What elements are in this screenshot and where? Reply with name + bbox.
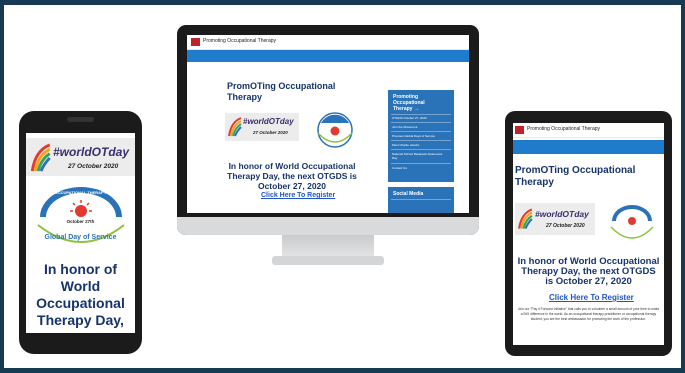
site-nav-band bbox=[513, 140, 664, 154]
monitor-stand-neck bbox=[282, 235, 374, 257]
global-day-of-service-logo bbox=[317, 112, 353, 148]
sidebar-item-charlie[interactable]: Meet Charlie Jacobs bbox=[392, 143, 419, 147]
hashtag-text: #worldOTday bbox=[243, 117, 294, 126]
site-nav-band bbox=[187, 50, 469, 62]
sidebar-divider bbox=[391, 163, 451, 164]
monitor-chin bbox=[177, 217, 479, 235]
monitor-stand-base bbox=[272, 256, 384, 265]
rainbow-icon bbox=[228, 117, 242, 137]
logo-top-text: OCCUPATIONAL THERAPY bbox=[54, 190, 107, 195]
sidebar-item-contact[interactable]: Contact Us bbox=[392, 166, 407, 170]
page-title: PromOTing Occupational Therapy bbox=[227, 81, 336, 102]
desktop-screen: Promoting Occupational Therapy PromOTing… bbox=[187, 35, 469, 213]
site-logo-icon[interactable] bbox=[515, 126, 524, 134]
phone-screen: #worldOTday 27 October 2020 OCCUPATIONAL… bbox=[26, 133, 135, 333]
sidebar-item-otgds[interactable]: OTGDS October 27, 2020 bbox=[392, 116, 427, 120]
mockup-canvas: Promoting Occupational Therapy PromOTing… bbox=[4, 5, 681, 368]
desktop-monitor: Promoting Occupational Therapy PromOTing… bbox=[177, 25, 479, 235]
sidebar-divider bbox=[391, 122, 451, 123]
tablet-body-text: Join our "Pay it Forward Initiative" tha… bbox=[517, 307, 660, 321]
sidebar-divider bbox=[391, 140, 451, 141]
banner-date: 27 October 2020 bbox=[253, 130, 288, 135]
rainbow-icon bbox=[518, 208, 533, 229]
honor-heading: In honor of World Occupational Therapy D… bbox=[517, 256, 660, 287]
site-logo-icon[interactable] bbox=[191, 38, 200, 46]
social-divider bbox=[391, 199, 451, 200]
world-ot-day-banner: #worldOTday 27 October 2020 bbox=[26, 138, 135, 176]
rainbow-icon bbox=[30, 143, 51, 172]
site-title[interactable]: Promoting Occupational Therapy bbox=[527, 126, 600, 132]
sidebar-divider bbox=[391, 114, 451, 115]
phone-speaker bbox=[67, 117, 94, 122]
honor-heading: In honor of World Occupational Therapy D… bbox=[227, 161, 357, 191]
banner-date: 27 October 2020 bbox=[68, 163, 119, 170]
site-title[interactable]: Promoting Occupational Therapy bbox=[203, 38, 276, 44]
register-link[interactable]: Click Here To Register bbox=[261, 192, 335, 199]
sidebar-menu: Promoting Occupational Therapy → OTGDS O… bbox=[388, 90, 454, 182]
phone-device: #worldOTday 27 October 2020 OCCUPATIONAL… bbox=[19, 111, 142, 354]
tablet-device: Promoting Occupational Therapy PromOTing… bbox=[505, 111, 672, 356]
sidebar-item-backpack[interactable]: National School Backpack Awareness Day bbox=[392, 152, 448, 160]
banner-date: 27 October 2020 bbox=[546, 223, 585, 229]
social-media-panel: Social Media bbox=[388, 187, 454, 213]
sidebar-divider bbox=[391, 149, 451, 150]
world-ot-day-banner: #worldOTday 27 October 2020 bbox=[225, 113, 299, 141]
world-ot-day-banner: #worldOTday 27 October 2020 bbox=[515, 203, 595, 235]
site-header: Promoting Occupational Therapy bbox=[187, 35, 469, 50]
sidebar-item-join[interactable]: Join the Movement bbox=[392, 125, 417, 129]
tablet-screen: Promoting Occupational Therapy PromOTing… bbox=[513, 123, 664, 345]
logo-arc-text: Global Day of Service bbox=[44, 234, 117, 241]
honor-heading: In honor of World Occupational Therapy D… bbox=[36, 261, 125, 328]
sidebar-item-previous[interactable]: Previous Global Days of Service bbox=[392, 134, 435, 138]
site-header: Promoting Occupational Therapy bbox=[513, 123, 664, 138]
global-day-of-service-logo bbox=[610, 205, 654, 239]
page-title: PromOTing Occupational Therapy bbox=[515, 165, 636, 188]
logo-date-text: October 27th bbox=[66, 219, 95, 224]
register-link[interactable]: Click Here To Register bbox=[549, 293, 634, 302]
social-media-heading: Social Media bbox=[393, 191, 424, 197]
sidebar-heading[interactable]: Promoting Occupational Therapy → bbox=[393, 94, 443, 112]
hashtag-text: #worldOTday bbox=[53, 145, 130, 159]
sidebar-divider bbox=[391, 131, 451, 132]
hashtag-text: #worldOTday bbox=[535, 209, 589, 219]
